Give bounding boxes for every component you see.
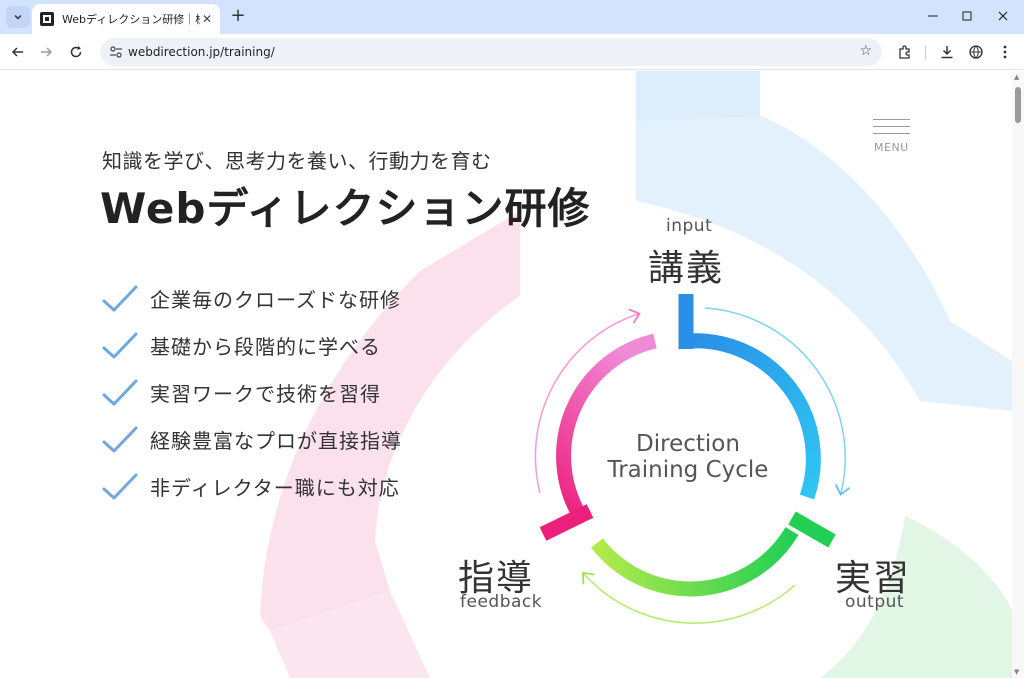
browser-toolbar: webdirection.jp/training/ ☆ [0, 34, 1024, 70]
browser-menu-button[interactable] [995, 42, 1015, 62]
new-tab-button[interactable]: + [228, 6, 248, 26]
cycle-input-label: 講義 [648, 248, 725, 289]
reload-icon [70, 46, 82, 58]
cycle-feedback-sub: feedback [460, 592, 543, 612]
arrow-right-icon [41, 47, 53, 57]
tab-strip: Webディレクション研修｜株式会社 ✕ + [0, 0, 1024, 34]
cycle-output-sub: output [845, 592, 905, 612]
reload-button[interactable] [66, 42, 86, 62]
close-tab-icon[interactable]: ✕ [202, 12, 212, 26]
downloads-button[interactable] [937, 42, 957, 62]
download-icon [941, 46, 953, 59]
cycle-segment-output [591, 527, 799, 597]
forward-button[interactable] [36, 42, 56, 62]
address-bar[interactable]: webdirection.jp/training/ ☆ [100, 38, 882, 66]
bookmark-star-icon[interactable]: ☆ [859, 43, 872, 59]
scroll-up-icon[interactable]: ▲ [1014, 73, 1019, 81]
more-vertical-icon [1003, 45, 1007, 59]
site-favicon-icon [40, 12, 54, 26]
browser-tab[interactable]: Webディレクション研修｜株式会社 ✕ [32, 4, 220, 34]
cycle-input-sub: input [666, 216, 713, 236]
page-viewport: MENU 知識を学び、思考力を養い、行動力を育む Webディレクション研修 企業… [0, 71, 1012, 678]
scroll-thumb[interactable] [1015, 87, 1021, 123]
cycle-tick-feedback [539, 504, 594, 541]
cycle-tick-output [788, 511, 836, 548]
close-window-button[interactable] [986, 0, 1020, 32]
arrow-left-icon [11, 47, 23, 57]
cycle-arrow-output [584, 574, 796, 624]
cycle-center-label: Direction Training Cycle [588, 431, 788, 483]
minimize-icon [928, 15, 938, 17]
scroll-down-icon[interactable]: ▼ [1014, 668, 1019, 676]
maximize-icon [962, 11, 972, 21]
cycle-center-line2: Training Cycle [607, 457, 769, 483]
tab-title: Webディレクション研修｜株式会社 [62, 13, 200, 26]
profile-icon [969, 45, 983, 59]
minimize-button[interactable] [916, 0, 950, 32]
chevron-down-icon [14, 14, 22, 20]
site-info-icon[interactable] [108, 44, 124, 60]
puzzle-icon [899, 45, 910, 59]
maximize-button[interactable] [950, 0, 984, 32]
extensions-button[interactable] [895, 42, 915, 62]
page-scrollbar[interactable]: ▲ ▼ [1012, 71, 1024, 678]
back-button[interactable] [8, 42, 28, 62]
toolbar-divider [925, 46, 926, 60]
cycle-center-line1: Direction [636, 431, 740, 457]
close-icon [998, 11, 1008, 21]
cycle-segment-feedback [556, 333, 657, 520]
tab-search-button[interactable] [6, 6, 30, 28]
profile-button[interactable] [966, 42, 986, 62]
url-text[interactable]: webdirection.jp/training/ [128, 45, 275, 59]
